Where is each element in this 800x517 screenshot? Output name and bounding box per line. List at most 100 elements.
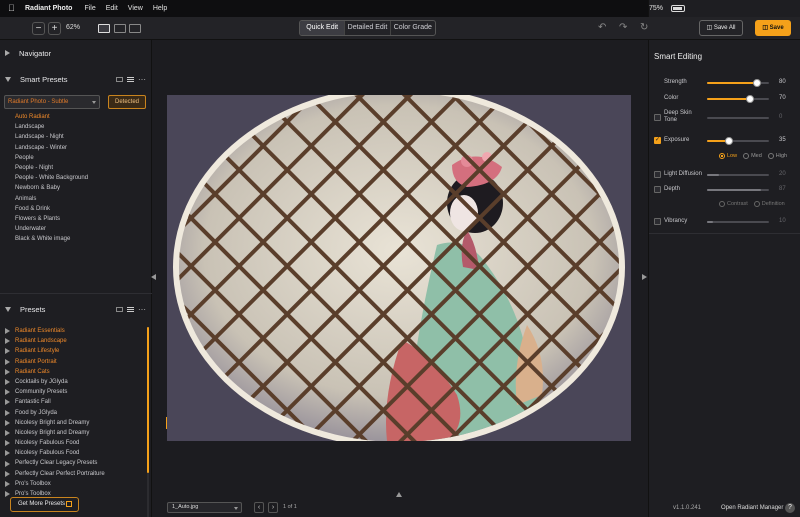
menu-help[interactable]: Help — [153, 5, 167, 12]
save-all-button[interactable]: ◫ Save All — [699, 20, 743, 36]
light-diffusion-slider[interactable]: Light Diffusion 20 — [649, 169, 800, 181]
toggle-right-panel-icon[interactable] — [642, 274, 647, 280]
smart-preset-item[interactable]: Landscape - Night — [15, 132, 88, 142]
slider-knob[interactable] — [752, 79, 761, 87]
tab-detailed-edit[interactable]: Detailed Edit — [344, 21, 389, 35]
undo-icon[interactable]: ↶ — [598, 23, 608, 33]
split-view-icon[interactable] — [114, 24, 126, 33]
preset-group-item[interactable]: Fantastic Fall — [5, 397, 105, 407]
preset-group-item[interactable]: Nicolesy Bright and Dreamy — [5, 428, 105, 438]
slider-track[interactable] — [707, 137, 769, 145]
zoom-in-button[interactable]: + — [48, 22, 61, 35]
slider-track[interactable] — [707, 95, 769, 103]
detected-button[interactable]: Detected — [108, 95, 146, 109]
single-view-icon[interactable] — [98, 24, 110, 33]
smart-presets-header[interactable]: Smart Presets ⋯ — [0, 69, 152, 89]
toggle-filmstrip-icon[interactable] — [396, 492, 402, 497]
file-select[interactable]: 1_Auto.jpg — [167, 502, 242, 513]
apple-icon[interactable]:  — [8, 4, 16, 13]
get-more-presets-button[interactable]: Get More Presets — [10, 497, 79, 512]
depth-mode-contrast[interactable]: Contrast — [719, 201, 748, 207]
preset-group-item[interactable]: Radiant Lifestyle — [5, 346, 105, 356]
menu-edit[interactable]: Edit — [106, 5, 118, 12]
smart-preset-dropdown[interactable]: Radiant Photo - Subtle — [4, 95, 100, 109]
compare-view-icon[interactable] — [129, 24, 141, 33]
reset-icon[interactable]: ↻ — [640, 23, 650, 33]
strength-slider[interactable]: Strength 80 — [649, 77, 800, 89]
deep-skin-tone-checkbox[interactable] — [654, 114, 661, 121]
preset-group-item[interactable]: Food by JGlyda — [5, 408, 105, 418]
grid-view-icon[interactable] — [116, 76, 123, 82]
smart-preset-item[interactable]: People — [15, 153, 88, 163]
preset-group-item[interactable]: Radiant Essentials — [5, 326, 105, 336]
deep-skin-tone-slider[interactable]: Deep Skin Tone 0 — [649, 110, 800, 124]
app-name-menu[interactable]: Radiant Photo — [25, 5, 72, 12]
smart-preset-item[interactable]: Landscape - Winter — [15, 143, 88, 153]
preset-group-item[interactable]: Cocktails by JGlyda — [5, 377, 105, 387]
navigator-header[interactable]: Navigator — [0, 43, 152, 63]
preset-group-item[interactable]: Radiant Cats — [5, 367, 105, 377]
presets-header[interactable]: Presets ⋯ — [0, 299, 152, 319]
vibrancy-slider[interactable]: Vibrancy 10 — [649, 216, 800, 228]
smart-preset-item[interactable]: Newborn & Baby — [15, 183, 88, 193]
save-button[interactable]: ◫ Save — [755, 20, 791, 36]
exposure-mode-high[interactable]: High — [767, 153, 787, 159]
exposure-checkbox[interactable] — [654, 136, 661, 144]
menu-view[interactable]: View — [128, 5, 143, 12]
preset-scrollbar[interactable] — [147, 327, 149, 473]
zoom-out-button[interactable]: − — [32, 22, 45, 35]
tab-quick-edit[interactable]: Quick Edit — [300, 21, 345, 35]
smart-preset-item[interactable]: Flowers & Plants — [15, 214, 88, 224]
help-icon[interactable]: ? — [785, 503, 795, 513]
exposure-mode-med[interactable]: Med — [743, 153, 762, 159]
preset-group-item[interactable]: Nicolesy Fabulous Food — [5, 448, 105, 458]
depth-mode-definition[interactable]: Definition — [753, 201, 785, 207]
zoom-level[interactable]: 62% — [66, 24, 80, 31]
list-view-icon[interactable] — [127, 76, 134, 82]
preset-group-item[interactable]: Perfectly Clear Perfect Portraiture — [5, 469, 105, 479]
prev-image-button[interactable]: ‹ — [254, 502, 264, 513]
preset-group-item[interactable]: Pro's Toolbox — [5, 479, 105, 489]
depth-slider[interactable]: Depth 87 — [649, 184, 800, 196]
smart-preset-item[interactable]: Auto Radiant — [15, 112, 88, 122]
slider-knob[interactable] — [724, 137, 733, 145]
vibrancy-checkbox[interactable] — [654, 218, 661, 225]
slider-track[interactable] — [707, 174, 769, 176]
redo-icon[interactable]: ↷ — [619, 23, 629, 33]
preset-group-item[interactable]: Radiant Portrait — [5, 357, 105, 367]
preset-group-item[interactable]: Perfectly Clear Legacy Presets — [5, 458, 105, 468]
light-diffusion-checkbox[interactable] — [654, 171, 661, 178]
slider-track[interactable] — [707, 117, 769, 119]
smart-preset-item[interactable]: Black & White image — [15, 234, 88, 244]
tab-color-grade[interactable]: Color Grade — [389, 21, 435, 35]
photo-preview[interactable] — [167, 95, 631, 441]
menu-file[interactable]: File — [84, 5, 95, 12]
smart-preset-item[interactable]: Animals — [15, 194, 88, 204]
panel-divider[interactable] — [0, 293, 152, 294]
more-options-icon[interactable]: ⋯ — [138, 305, 146, 313]
preset-group-item[interactable]: Nicolesy Bright and Dreamy — [5, 418, 105, 428]
open-radiant-manager-link[interactable]: Open Radiant Manager — [721, 505, 783, 511]
slider-track[interactable] — [707, 79, 769, 87]
next-image-button[interactable]: › — [268, 502, 278, 513]
smart-preset-item[interactable]: People - White Background — [15, 173, 88, 183]
grid-view-icon[interactable] — [116, 306, 123, 312]
battery-icon[interactable] — [671, 5, 686, 12]
preset-group-item[interactable]: Radiant Landscape — [5, 336, 105, 346]
depth-checkbox[interactable] — [654, 186, 661, 193]
slider-track[interactable] — [707, 221, 769, 223]
exposure-slider[interactable]: Exposure 35 — [649, 135, 800, 147]
slider-knob[interactable] — [746, 95, 755, 103]
preset-group-item[interactable]: Community Presets — [5, 387, 105, 397]
more-options-icon[interactable]: ⋯ — [138, 75, 146, 83]
smart-preset-item[interactable]: Underwater — [15, 224, 88, 234]
toggle-left-panel-icon[interactable] — [151, 274, 156, 280]
smart-preset-item[interactable]: People - Night — [15, 163, 88, 173]
preset-group-item[interactable]: Nicolesy Fabulous Food — [5, 438, 105, 448]
slider-track[interactable] — [707, 189, 769, 191]
smart-preset-item[interactable]: Food & Drink — [15, 204, 88, 214]
list-view-icon[interactable] — [127, 306, 134, 312]
smart-preset-item[interactable]: Landscape — [15, 122, 88, 132]
exposure-mode-low[interactable]: Low — [719, 153, 737, 159]
color-slider[interactable]: Color 70 — [649, 93, 800, 105]
